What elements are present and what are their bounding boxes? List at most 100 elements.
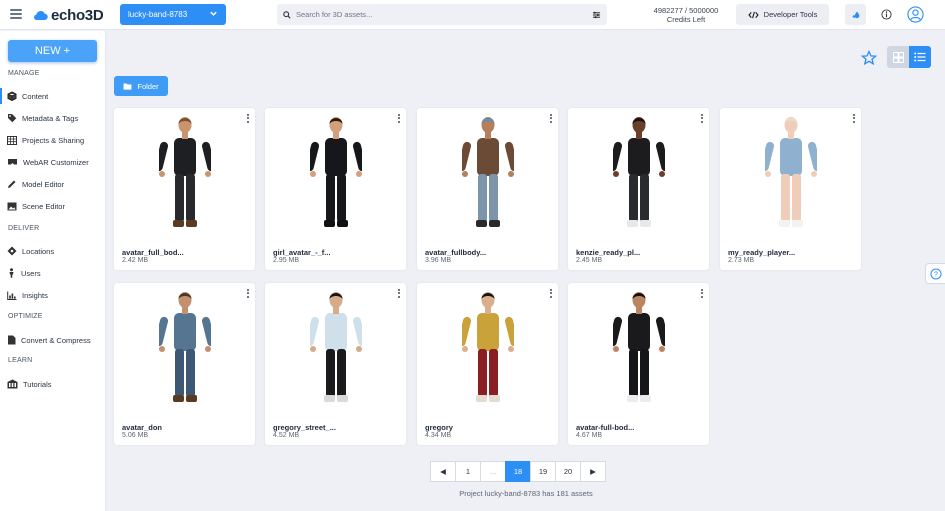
- echo3d-logo[interactable]: echo3D: [32, 7, 104, 24]
- asset-size: 2.42 MB: [122, 257, 149, 264]
- asset-card[interactable]: gregory_street_... 4.52 MB: [265, 283, 406, 445]
- top-bar: echo3D lucky-band-8783 Search for 3D ass…: [0, 0, 945, 30]
- info-icon: [881, 9, 892, 20]
- sidebar: NEW + MANAGE Content Metadata & Tags Pro…: [0, 31, 106, 511]
- filter-icon[interactable]: [592, 11, 601, 19]
- project-selector[interactable]: lucky-band-8783: [120, 4, 226, 25]
- help-button[interactable]: ?: [925, 263, 945, 284]
- diamond-icon: [7, 246, 17, 256]
- page-ellipsis: ...: [480, 461, 506, 482]
- section-learn: LEARN: [8, 357, 33, 364]
- more-options-icon[interactable]: [398, 114, 401, 123]
- asset-card[interactable]: gregory 4.34 MB: [417, 283, 558, 445]
- more-options-icon[interactable]: [398, 289, 401, 298]
- folder-label: Folder: [137, 81, 159, 91]
- asset-name: avatar_fullbody...: [425, 248, 487, 257]
- help-icon: ?: [930, 268, 941, 279]
- file-icon: [8, 335, 16, 345]
- asset-size: 2.73 MB: [728, 257, 755, 264]
- sidebar-item-metadata[interactable]: Metadata & Tags: [0, 110, 105, 126]
- more-options-icon[interactable]: [701, 289, 704, 298]
- asset-name: my_ready_player...: [728, 248, 796, 257]
- avatar-thumbnail: [613, 292, 665, 402]
- logo-text: echo3D: [51, 7, 104, 24]
- credits-value: 4982277 / 5000000: [653, 6, 719, 15]
- asset-size: 4.67 MB: [576, 432, 603, 439]
- sidebar-item-label: Users: [21, 268, 41, 278]
- prev-page-button[interactable]: ◀: [430, 461, 456, 482]
- asset-card[interactable]: avatar_full_bod... 2.42 MB: [114, 108, 255, 270]
- sidebar-item-label: Projects & Sharing: [22, 135, 85, 145]
- grid-view-button[interactable]: [887, 46, 909, 68]
- avatar-thumbnail: [310, 292, 362, 402]
- section-deliver: DELIVER: [8, 225, 40, 232]
- cloud-logo-icon: [34, 11, 48, 21]
- pagination: ◀ 1 ... 18 19 20 ▶: [430, 461, 606, 482]
- sidebar-item-model-editor[interactable]: Model Editor: [0, 176, 105, 192]
- developer-tools-label: Developer Tools: [763, 10, 818, 19]
- asset-card[interactable]: avatar-full-bod... 4.67 MB: [568, 283, 709, 445]
- asset-size: 2.95 MB: [273, 257, 300, 264]
- svg-text:?: ?: [934, 271, 938, 278]
- sidebar-item-label: Model Editor: [22, 179, 65, 189]
- list-view-button[interactable]: [909, 46, 931, 68]
- sidebar-item-projects[interactable]: Projects & Sharing: [0, 132, 105, 148]
- more-options-icon[interactable]: [247, 289, 250, 298]
- sidebar-item-content[interactable]: Content: [0, 88, 105, 104]
- more-options-icon[interactable]: [550, 114, 553, 123]
- new-button[interactable]: NEW +: [8, 40, 97, 62]
- next-page-button[interactable]: ▶: [580, 461, 606, 482]
- asset-name: avatar_full_bod...: [122, 248, 184, 257]
- sidebar-item-scene-editor[interactable]: Scene Editor: [0, 198, 105, 214]
- asset-card[interactable]: my_ready_player... 2.73 MB: [720, 108, 861, 270]
- current-page-button[interactable]: 18: [505, 461, 531, 482]
- asset-size: 2.45 MB: [576, 257, 603, 264]
- asset-name: gregory: [425, 423, 453, 432]
- asset-card[interactable]: kenzie_ready_pl... 2.45 MB: [568, 108, 709, 270]
- developer-tools-button[interactable]: Developer Tools: [736, 4, 829, 25]
- drops-icon: [852, 11, 859, 18]
- folder-button[interactable]: Folder: [114, 76, 168, 96]
- asset-name: kenzie_ready_pl...: [576, 248, 641, 257]
- tag-icon: [8, 114, 17, 123]
- sidebar-item-users[interactable]: Users: [0, 265, 105, 281]
- asset-card[interactable]: avatar_fullbody... 3.96 MB: [417, 108, 558, 270]
- more-options-icon[interactable]: [550, 289, 553, 298]
- asset-card[interactable]: avatar_don 5.06 MB: [114, 283, 255, 445]
- asset-card[interactable]: girl_avatar_-_f... 2.95 MB: [265, 108, 406, 270]
- search-icon: [283, 10, 291, 19]
- asset-size: 4.52 MB: [273, 432, 300, 439]
- avatar-thumbnail: [159, 292, 211, 402]
- sidebar-item-insights[interactable]: Insights: [0, 287, 105, 303]
- vr-headset-icon: [8, 159, 17, 165]
- page-button[interactable]: 19: [530, 461, 556, 482]
- search-bar[interactable]: Search for 3D assets...: [277, 4, 607, 25]
- more-options-icon[interactable]: [247, 114, 250, 123]
- sidebar-item-tutorials[interactable]: Tutorials: [0, 376, 105, 392]
- asset-name: gregory_street_...: [273, 423, 336, 432]
- info-button[interactable]: [876, 4, 897, 25]
- more-options-icon[interactable]: [853, 114, 856, 123]
- sidebar-item-locations[interactable]: Locations: [0, 243, 105, 259]
- avatar-thumbnail: [310, 117, 362, 227]
- page-button[interactable]: 1: [455, 461, 481, 482]
- search-input[interactable]: Search for 3D assets...: [296, 10, 592, 19]
- user-profile-button[interactable]: [905, 4, 926, 25]
- folder-icon: [123, 82, 132, 90]
- page-button[interactable]: 20: [555, 461, 581, 482]
- hamburger-menu-icon[interactable]: [10, 9, 22, 19]
- section-manage: MANAGE: [8, 70, 40, 77]
- more-options-icon[interactable]: [701, 114, 704, 123]
- sidebar-item-label: Insights: [22, 290, 48, 300]
- chart-icon: [7, 291, 17, 300]
- asset-count-text: Project lucky-band-8783 has 181 assets: [459, 489, 593, 498]
- sidebar-item-webar[interactable]: WebAR Customizer: [0, 154, 105, 170]
- sidebar-item-label: Scene Editor: [22, 201, 65, 211]
- sidebar-item-label: WebAR Customizer: [23, 157, 89, 167]
- credits-info: 4982277 / 5000000 Credits Left: [650, 6, 722, 24]
- building-icon: [7, 379, 18, 389]
- favorites-star-button[interactable]: [860, 49, 878, 68]
- sidebar-item-label: Content: [22, 91, 49, 101]
- sidebar-item-convert[interactable]: Convert & Compress: [0, 332, 105, 348]
- notifications-button[interactable]: [845, 4, 866, 25]
